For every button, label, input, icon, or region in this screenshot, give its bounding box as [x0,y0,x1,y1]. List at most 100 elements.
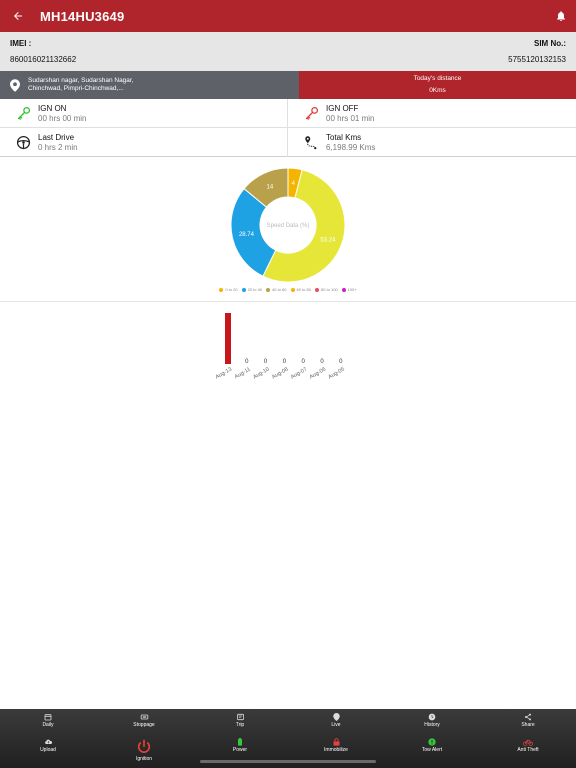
nav-label: Live [331,722,341,728]
bar-value-label: 0 [245,359,249,365]
bar-value-label: 0 [302,359,306,365]
x-tick-label: Aug-13 [215,367,233,381]
power-icon [96,739,192,755]
nav-label: Ignition [135,756,153,762]
last-drive-value: 0 hrs 2 min [38,143,78,152]
ign-on-label: IGN ON [38,103,67,113]
nav-immobilize[interactable]: Immobilize [288,738,384,753]
bar-value-label: 0 [264,359,268,365]
nav-label: Tow Alert [421,747,443,753]
location-row: Sudarshan nagar, Sudarshan Nagar, Chinch… [0,71,576,99]
bar-chart-svg: Aug-130Aug-110Aug-100Aug-080Aug-070Aug-0… [215,313,346,381]
tow-alert-icon [384,738,480,746]
nav-upload[interactable]: Upload [0,738,96,753]
legend-item[interactable]: 60 to 80 [290,285,311,295]
donut-slice-label: 28.74 [239,232,255,238]
donut-center-label: Speed Data (%) [267,223,310,229]
notifications-button[interactable] [546,0,576,32]
bell-icon [557,11,565,21]
legend-label: 60 to 80 [296,287,311,292]
nav-power[interactable]: Power [192,738,288,753]
ign-on-value: 00 hrs 00 min [38,113,87,123]
nav-trip[interactable]: Trip [192,713,288,728]
legend-item[interactable]: 0 to 20 [219,285,238,295]
nav-ignition[interactable]: Ignition [96,739,192,762]
nav-history[interactable]: History [384,713,480,728]
bar[interactable] [225,313,231,364]
distance-label: Today's distance [413,75,462,82]
x-tick-label: Aug-06 [309,367,327,381]
steering-wheel-icon [16,135,30,150]
stat-ign-off: IGN OFF 00 hrs 01 min [288,99,576,128]
stats-grid: IGN ON 00 hrs 00 min IGN OFF 00 hrs 01 m… [0,99,576,157]
address-line-2: Chinchwad, Pimpri-Chinchwad,... [28,85,124,92]
sim-value: 5755120132153 [508,55,566,64]
sim-label: SIM No.: [534,39,566,48]
legend-dot [290,288,295,292]
app-bar: MH14HU3649 [0,0,576,32]
x-tick-label: Aug-08 [271,367,289,381]
trip-icon [192,713,288,721]
anti-theft-icon [480,738,576,746]
route-icon [304,136,316,150]
page-title: MH14HU3649 [40,8,125,24]
legend-item[interactable]: 40 to 60 [266,285,287,295]
nav-stoppage[interactable]: Stoppage [96,713,192,728]
nav-label: Upload [40,747,56,753]
speed-donut-svg: 453.2428.7414Speed Data (%) [230,167,346,283]
imei-label: IMEI : [10,39,32,48]
legend-item[interactable]: 80 to 100 [314,285,338,295]
home-indicator [200,760,376,763]
battery-icon [192,738,288,746]
nav-label: Power [232,747,248,753]
nav-live[interactable]: Live [288,713,384,728]
nav-tow-alert[interactable]: Tow Alert [384,738,480,753]
x-tick-label: Aug-10 [252,367,270,381]
location-address[interactable]: Sudarshan nagar, Sudarshan Nagar, Chinch… [0,71,299,99]
legend-label: 100+ [347,287,357,292]
x-tick-label: Aug-07 [290,367,308,381]
legend-dot [219,288,224,292]
ign-off-label: IGN OFF [326,103,359,113]
stat-last-drive: Last Drive 0 hrs 2 min [0,128,288,157]
total-kms-label: Total Kms [326,133,362,142]
total-kms-value: 6,198.99 Kms [326,143,376,152]
speed-legend: 0 to 20 20 to 40 40 to 60 60 to 80 80 to 100… [210,285,366,296]
bar-value-label: 0 [283,359,287,365]
bar-value-label: 0 [320,359,324,365]
daily-distance-bar-chart: Aug-13 0 Aug-11 0 Aug-10 0 Aug-08 0 Aug-07 0 Aug-0… [200,305,380,390]
legend-item[interactable]: 100+ [341,285,357,295]
legend-dot [241,288,246,292]
bar-value-label: 0 [339,359,343,365]
imei-value: 860016021132662 [10,55,77,64]
share-icon [480,713,576,721]
cloud-upload-icon [0,738,96,746]
device-info-panel: IMEI : 860016021132662 SIM No.: 57551201… [0,32,576,71]
stoppage-icon [96,713,192,721]
nav-label: Share [521,722,535,728]
nav-label: Stoppage [133,722,155,728]
last-drive-label: Last Drive [38,133,75,142]
lock-icon [288,738,384,746]
arrow-left-icon [14,12,22,20]
stat-ign-on: IGN ON 00 hrs 00 min [0,99,288,128]
legend-item[interactable]: 20 to 40 [241,285,263,295]
nav-label: Daily [42,722,54,728]
map-pin-icon [10,78,20,92]
legend-dot [314,288,319,292]
speed-donut-chart: 4 53.24 28.74 14 Speed Data (%) [226,163,350,287]
legend-label: 40 to 60 [272,287,287,292]
nav-label: Trip [235,722,245,728]
nav-anti-theft[interactable]: Anti Theft [480,738,576,753]
nav-label: Immobilize [324,747,348,753]
map-pin-icon [288,713,384,721]
legend-dot [266,288,271,292]
legend-label: 20 to 40 [247,287,263,292]
nav-share[interactable]: Share [480,713,576,728]
address-line-1: Sudarshan nagar, Sudarshan Nagar, [28,77,134,84]
nav-daily[interactable]: Daily [0,713,96,728]
legend-label: 80 to 100 [320,287,338,292]
back-button[interactable] [0,0,36,32]
key-icon [17,106,30,120]
key-icon [305,106,318,120]
